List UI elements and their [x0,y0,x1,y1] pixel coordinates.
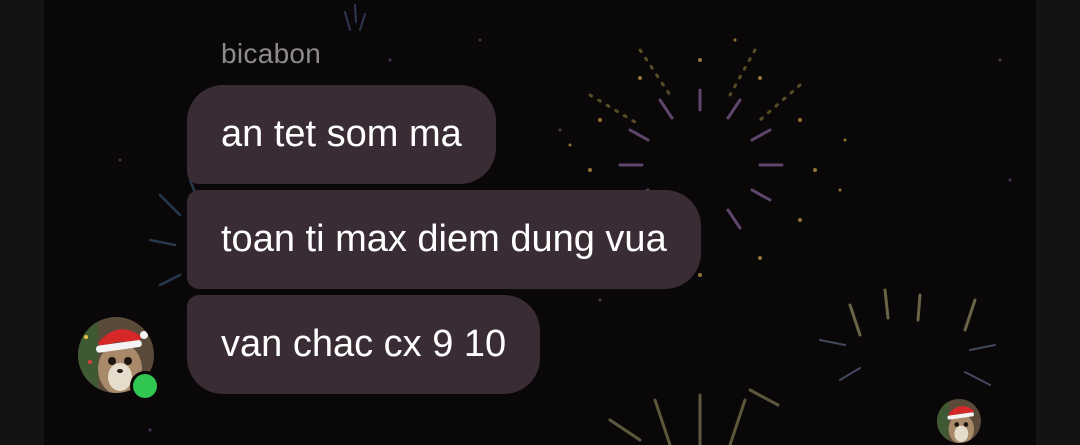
online-dot-icon [130,371,160,401]
message-bubble[interactable]: toan ti max diem dung vua [187,190,701,289]
squirrel-santa-hat-avatar-icon [937,399,981,443]
sender-name: bicabon [221,38,322,69]
message-bubble[interactable]: van chac cx 9 10 [187,295,541,394]
message-bubble[interactable]: an tet som ma [187,85,496,184]
chat-thread: bicabon an tet som ma toan ti max diem d… [0,0,1080,445]
